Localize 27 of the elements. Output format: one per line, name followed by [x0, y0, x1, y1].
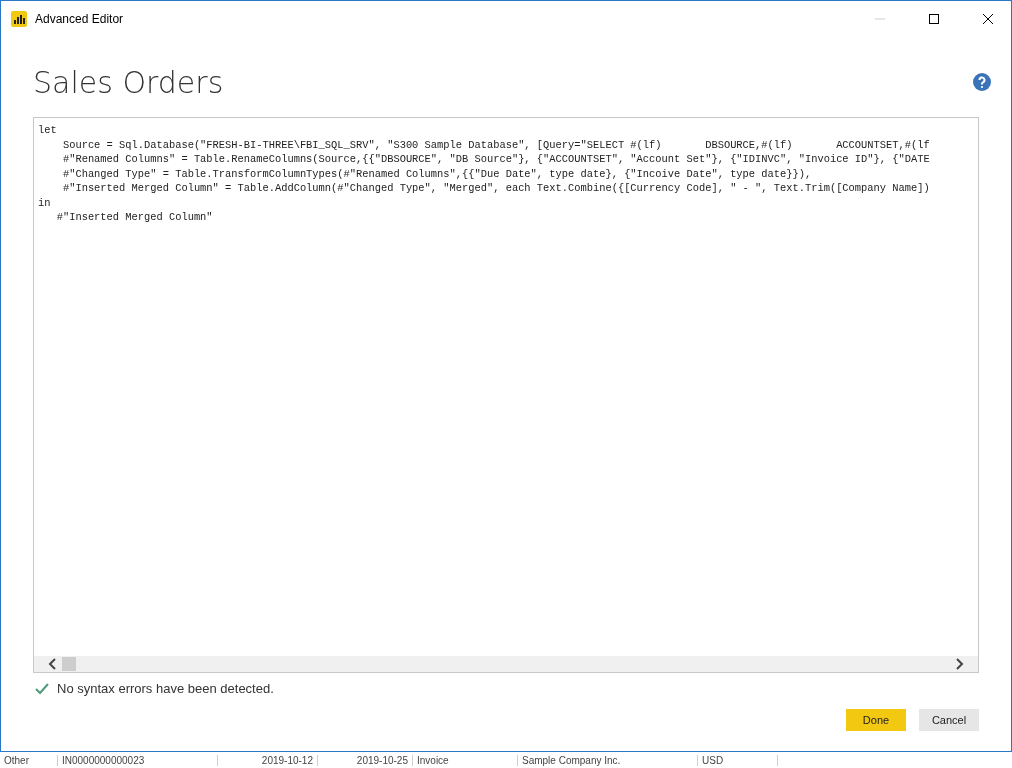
table-cell: Sample Company Inc. [518, 754, 698, 766]
code-line: in [38, 195, 52, 210]
query-title: Sales Orders [33, 64, 224, 100]
status-message: No syntax errors have been detected. [57, 681, 274, 696]
horizontal-scrollbar[interactable] [34, 656, 978, 672]
code-line: let [38, 123, 58, 138]
chevron-left-icon[interactable] [48, 658, 56, 670]
code-line: #"Inserted Merged Column" = Table.AddColumn(#"Changed Type", "Merged", each Text.Combine({[Currency Code], " - ", Text.Trim([Company Name]) [61, 181, 931, 196]
code-line: #"Inserted Merged Column" [55, 210, 214, 225]
code-line: #"Renamed Columns" = Table.RenameColumns(Source,{{"DBSOURCE", "DB Source"}, {"ACCOUNTSET", "Account Set"}, {"IDINVC", "Invoice ID"}, {"DATE [61, 152, 931, 167]
help-icon[interactable] [973, 73, 991, 91]
chevron-right-icon[interactable] [956, 658, 964, 670]
code-line: #"Changed Type" = Table.TransformColumnTypes(#"Renamed Columns",{{"Due Date", type date}, {"Incoive Date", type date}}), [61, 166, 813, 181]
table-cell: Invoice [413, 754, 518, 766]
scroll-thumb[interactable] [62, 657, 76, 671]
code-line: Source = Sql.Database("FRESH-BI-THREE\FBI_SQL_SRV", "S300 Sample Database", [Query="SELECT #(lf) DBSOURCE,#(lf) ACCOUNTSET,#(lf [61, 137, 931, 152]
close-icon [983, 14, 993, 24]
window-title: Advanced Editor [35, 12, 125, 26]
cancel-button[interactable]: Cancel [919, 709, 979, 731]
table-cell: Other [0, 754, 58, 766]
done-button[interactable]: Done [846, 709, 906, 731]
table-cell: 2019-10-12 [218, 754, 318, 766]
chart-logo-icon [11, 11, 27, 27]
table-cell: 2019-10-25 [318, 754, 413, 766]
maximize-icon [929, 14, 939, 24]
table-cell: USD [698, 754, 778, 766]
table-cell: IN0000000000023 [58, 754, 218, 766]
